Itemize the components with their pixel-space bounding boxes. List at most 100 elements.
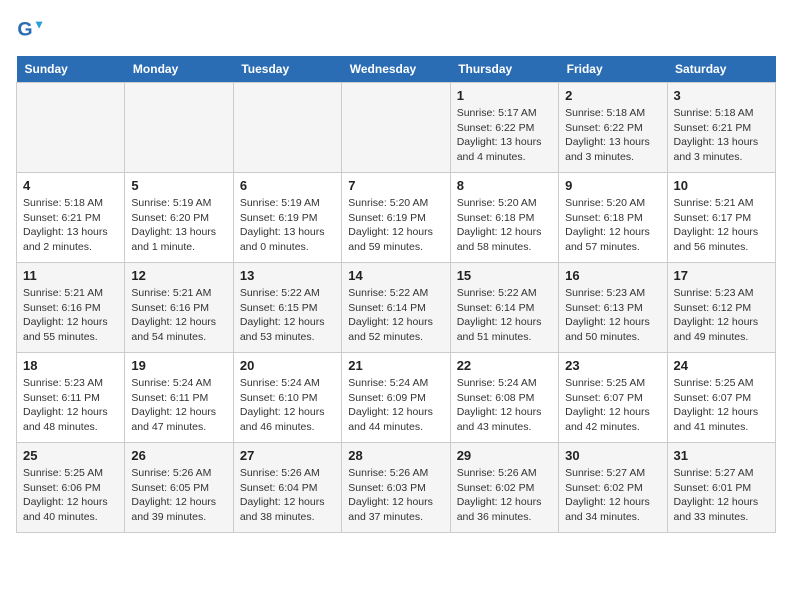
day-number: 10: [674, 178, 769, 193]
day-number: 20: [240, 358, 335, 373]
calendar-cell: 30 Sunrise: 5:27 AM Sunset: 6:02 PM Dayli…: [559, 443, 667, 533]
header-friday: Friday: [559, 56, 667, 83]
day-info: Sunrise: 5:26 AM Sunset: 6:05 PM Dayligh…: [131, 466, 226, 525]
calendar-cell: 15Sunrise: 5:22 AM Sunset: 6:14 PM Dayli…: [450, 263, 558, 353]
day-number: 26: [131, 448, 226, 463]
calendar-cell: 2 Sunrise: 5:18 AM Sunset: 6:22 PM Daylig…: [559, 83, 667, 173]
calendar-cell: [233, 83, 341, 173]
day-info: Sunrise: 5:25 AM Sunset: 6:06 PM Dayligh…: [23, 466, 118, 525]
day-info: Sunrise: 5:26 AM Sunset: 6:03 PM Dayligh…: [348, 466, 443, 525]
day-info: Sunrise: 5:18 AM Sunset: 6:21 PM Dayligh…: [23, 196, 118, 255]
day-number: 6: [240, 178, 335, 193]
day-number: 16: [565, 268, 660, 283]
day-info: Sunrise: 5:22 AM Sunset: 6:14 PM Dayligh…: [348, 286, 443, 345]
day-info: Sunrise: 5:24 AM Sunset: 6:08 PM Dayligh…: [457, 376, 552, 435]
calendar-cell: 24 Sunrise: 5:25 AM Sunset: 6:07 PM Dayli…: [667, 353, 775, 443]
calendar-week-row: 11 Sunrise: 5:21 AM Sunset: 6:16 PM Dayli…: [17, 263, 776, 353]
calendar-cell: [342, 83, 450, 173]
day-info: Sunrise: 5:25 AM Sunset: 6:07 PM Dayligh…: [565, 376, 660, 435]
day-number: 7: [348, 178, 443, 193]
day-number: 30: [565, 448, 660, 463]
header-saturday: Saturday: [667, 56, 775, 83]
day-number: 31: [674, 448, 769, 463]
svg-text:G: G: [17, 19, 32, 41]
calendar-header-row: SundayMondayTuesdayWednesdayThursdayFrid…: [17, 56, 776, 83]
day-info: Sunrise: 5:24 AM Sunset: 6:10 PM Dayligh…: [240, 376, 335, 435]
day-number: 4: [23, 178, 118, 193]
day-number: 3: [674, 88, 769, 103]
day-info: Sunrise: 5:23 AM Sunset: 6:11 PM Dayligh…: [23, 376, 118, 435]
calendar-week-row: 25 Sunrise: 5:25 AM Sunset: 6:06 PM Dayli…: [17, 443, 776, 533]
day-number: 8: [457, 178, 552, 193]
day-info: Sunrise: 5:20 AM Sunset: 6:18 PM Dayligh…: [565, 196, 660, 255]
calendar-cell: 4 Sunrise: 5:18 AM Sunset: 6:21 PM Daylig…: [17, 173, 125, 263]
calendar-week-row: 4 Sunrise: 5:18 AM Sunset: 6:21 PM Daylig…: [17, 173, 776, 263]
day-number: 11: [23, 268, 118, 283]
calendar-cell: 14 Sunrise: 5:22 AM Sunset: 6:14 PM Dayli…: [342, 263, 450, 353]
calendar-cell: 11 Sunrise: 5:21 AM Sunset: 6:16 PM Dayli…: [17, 263, 125, 353]
calendar-cell: 21Sunrise: 5:24 AM Sunset: 6:09 PM Dayli…: [342, 353, 450, 443]
header-tuesday: Tuesday: [233, 56, 341, 83]
calendar-cell: 26 Sunrise: 5:26 AM Sunset: 6:05 PM Dayli…: [125, 443, 233, 533]
calendar-table: SundayMondayTuesdayWednesdayThursdayFrid…: [16, 56, 776, 533]
calendar-cell: 9 Sunrise: 5:20 AM Sunset: 6:18 PM Daylig…: [559, 173, 667, 263]
day-number: 14: [348, 268, 443, 283]
calendar-cell: 16Sunrise: 5:23 AM Sunset: 6:13 PM Dayli…: [559, 263, 667, 353]
header-wednesday: Wednesday: [342, 56, 450, 83]
day-number: 25: [23, 448, 118, 463]
day-number: 28: [348, 448, 443, 463]
calendar-cell: 5 Sunrise: 5:19 AM Sunset: 6:20 PM Daylig…: [125, 173, 233, 263]
calendar-cell: 25 Sunrise: 5:25 AM Sunset: 6:06 PM Dayli…: [17, 443, 125, 533]
day-info: Sunrise: 5:18 AM Sunset: 6:21 PM Dayligh…: [674, 106, 769, 165]
day-number: 2: [565, 88, 660, 103]
day-info: Sunrise: 5:26 AM Sunset: 6:04 PM Dayligh…: [240, 466, 335, 525]
calendar-week-row: 1 Sunrise: 5:17 AM Sunset: 6:22 PM Daylig…: [17, 83, 776, 173]
day-number: 1: [457, 88, 552, 103]
calendar-cell: 17Sunrise: 5:23 AM Sunset: 6:12 PM Dayli…: [667, 263, 775, 353]
day-info: Sunrise: 5:21 AM Sunset: 6:16 PM Dayligh…: [131, 286, 226, 345]
day-number: 29: [457, 448, 552, 463]
day-info: Sunrise: 5:19 AM Sunset: 6:20 PM Dayligh…: [131, 196, 226, 255]
calendar-cell: 28 Sunrise: 5:26 AM Sunset: 6:03 PM Dayli…: [342, 443, 450, 533]
day-info: Sunrise: 5:20 AM Sunset: 6:19 PM Dayligh…: [348, 196, 443, 255]
logo: G: [16, 16, 48, 44]
day-info: Sunrise: 5:27 AM Sunset: 6:02 PM Dayligh…: [565, 466, 660, 525]
day-number: 13: [240, 268, 335, 283]
day-info: Sunrise: 5:26 AM Sunset: 6:02 PM Dayligh…: [457, 466, 552, 525]
calendar-cell: 27 Sunrise: 5:26 AM Sunset: 6:04 PM Dayli…: [233, 443, 341, 533]
day-number: 24: [674, 358, 769, 373]
day-info: Sunrise: 5:18 AM Sunset: 6:22 PM Dayligh…: [565, 106, 660, 165]
day-info: Sunrise: 5:21 AM Sunset: 6:16 PM Dayligh…: [23, 286, 118, 345]
day-info: Sunrise: 5:24 AM Sunset: 6:09 PM Dayligh…: [348, 376, 443, 435]
day-number: 27: [240, 448, 335, 463]
calendar-cell: 20 Sunrise: 5:24 AM Sunset: 6:10 PM Dayli…: [233, 353, 341, 443]
day-info: Sunrise: 5:20 AM Sunset: 6:18 PM Dayligh…: [457, 196, 552, 255]
day-number: 12: [131, 268, 226, 283]
header-thursday: Thursday: [450, 56, 558, 83]
calendar-cell: [125, 83, 233, 173]
calendar-cell: 19 Sunrise: 5:24 AM Sunset: 6:11 PM Dayli…: [125, 353, 233, 443]
day-info: Sunrise: 5:21 AM Sunset: 6:17 PM Dayligh…: [674, 196, 769, 255]
day-number: 5: [131, 178, 226, 193]
day-number: 22: [457, 358, 552, 373]
calendar-cell: 12 Sunrise: 5:21 AM Sunset: 6:16 PM Dayli…: [125, 263, 233, 353]
day-info: Sunrise: 5:27 AM Sunset: 6:01 PM Dayligh…: [674, 466, 769, 525]
calendar-cell: 29 Sunrise: 5:26 AM Sunset: 6:02 PM Dayli…: [450, 443, 558, 533]
calendar-cell: 6 Sunrise: 5:19 AM Sunset: 6:19 PM Daylig…: [233, 173, 341, 263]
day-info: Sunrise: 5:19 AM Sunset: 6:19 PM Dayligh…: [240, 196, 335, 255]
day-number: 19: [131, 358, 226, 373]
day-info: Sunrise: 5:24 AM Sunset: 6:11 PM Dayligh…: [131, 376, 226, 435]
day-info: Sunrise: 5:22 AM Sunset: 6:15 PM Dayligh…: [240, 286, 335, 345]
day-number: 9: [565, 178, 660, 193]
day-info: Sunrise: 5:17 AM Sunset: 6:22 PM Dayligh…: [457, 106, 552, 165]
header-sunday: Sunday: [17, 56, 125, 83]
calendar-cell: 31 Sunrise: 5:27 AM Sunset: 6:01 PM Dayli…: [667, 443, 775, 533]
day-info: Sunrise: 5:22 AM Sunset: 6:14 PM Dayligh…: [457, 286, 552, 345]
calendar-cell: 10 Sunrise: 5:21 AM Sunset: 6:17 PM Dayli…: [667, 173, 775, 263]
calendar-cell: 23Sunrise: 5:25 AM Sunset: 6:07 PM Dayli…: [559, 353, 667, 443]
calendar-cell: 3 Sunrise: 5:18 AM Sunset: 6:21 PM Daylig…: [667, 83, 775, 173]
calendar-cell: 13 Sunrise: 5:22 AM Sunset: 6:15 PM Dayli…: [233, 263, 341, 353]
header-monday: Monday: [125, 56, 233, 83]
calendar-cell: 1 Sunrise: 5:17 AM Sunset: 6:22 PM Daylig…: [450, 83, 558, 173]
day-info: Sunrise: 5:25 AM Sunset: 6:07 PM Dayligh…: [674, 376, 769, 435]
